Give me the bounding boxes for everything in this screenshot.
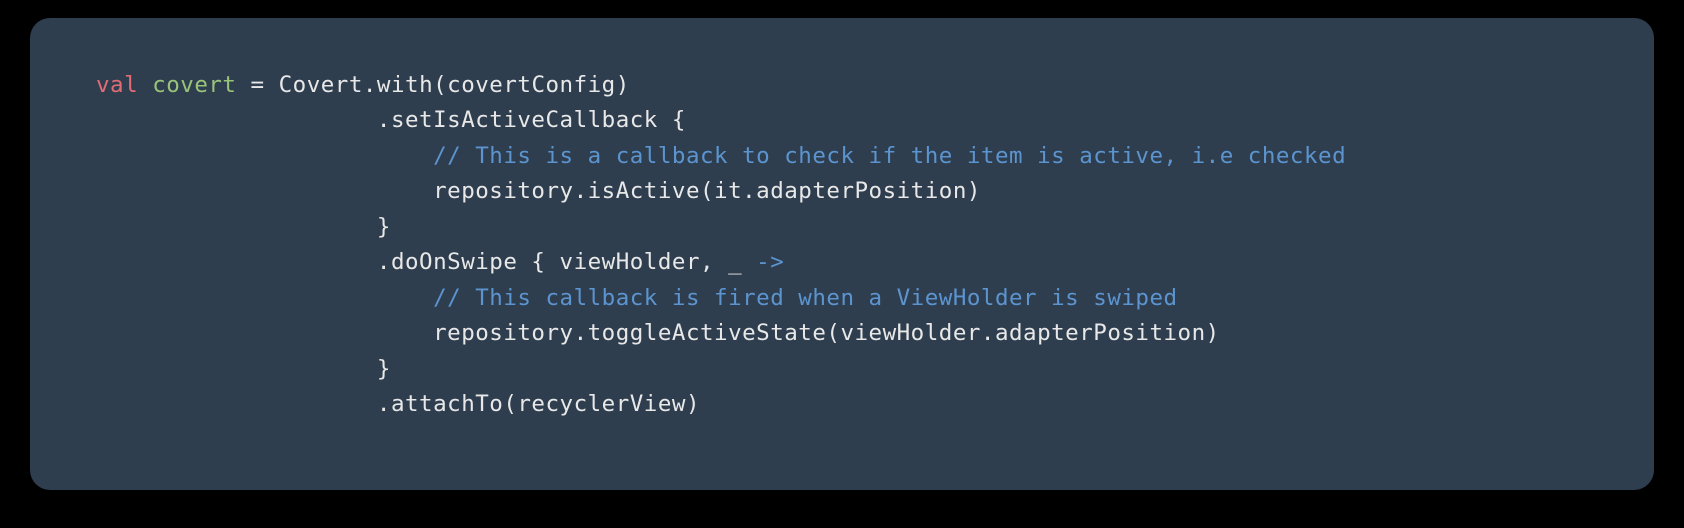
code-line: }	[96, 210, 1604, 245]
code-line: // This is a callback to check if the it…	[96, 139, 1604, 174]
code-token: }	[96, 214, 391, 240]
code-line: .attachTo(recyclerView)	[96, 387, 1604, 422]
code-line: // This callback is fired when a ViewHol…	[96, 281, 1604, 316]
code-line: .setIsActiveCallback {	[96, 103, 1604, 138]
code-line: }	[96, 352, 1604, 387]
code-token: val	[96, 72, 138, 98]
code-line: repository.toggleActiveState(viewHolder.…	[96, 316, 1604, 351]
code-snippet: val covert = Covert.with(covertConfig) .…	[30, 18, 1654, 490]
code-token: .doOnSwipe { viewHolder, _	[96, 249, 756, 275]
code-line: val covert = Covert.with(covertConfig)	[96, 68, 1604, 103]
code-token: // This is a callback to check if the it…	[433, 143, 1346, 169]
code-token: .setIsActiveCallback {	[96, 107, 686, 133]
code-token: Covert.with(covertConfig)	[265, 72, 630, 98]
code-token: repository.isActive(it.adapterPosition)	[96, 178, 981, 204]
code-token	[96, 285, 433, 311]
code-token	[236, 72, 250, 98]
code-token	[96, 143, 433, 169]
code-token: covert	[152, 72, 236, 98]
code-token: // This callback is fired when a ViewHol…	[433, 285, 1177, 311]
code-token: .attachTo(recyclerView)	[96, 391, 700, 417]
code-token: ->	[756, 249, 784, 275]
code-line: .doOnSwipe { viewHolder, _ ->	[96, 245, 1604, 280]
code-token: =	[251, 72, 265, 98]
code-token: }	[96, 356, 391, 382]
code-line: repository.isActive(it.adapterPosition)	[96, 174, 1604, 209]
code-lines-container: val covert = Covert.with(covertConfig) .…	[96, 68, 1604, 422]
code-token: repository.toggleActiveState(viewHolder.…	[96, 320, 1220, 346]
code-token	[138, 72, 152, 98]
